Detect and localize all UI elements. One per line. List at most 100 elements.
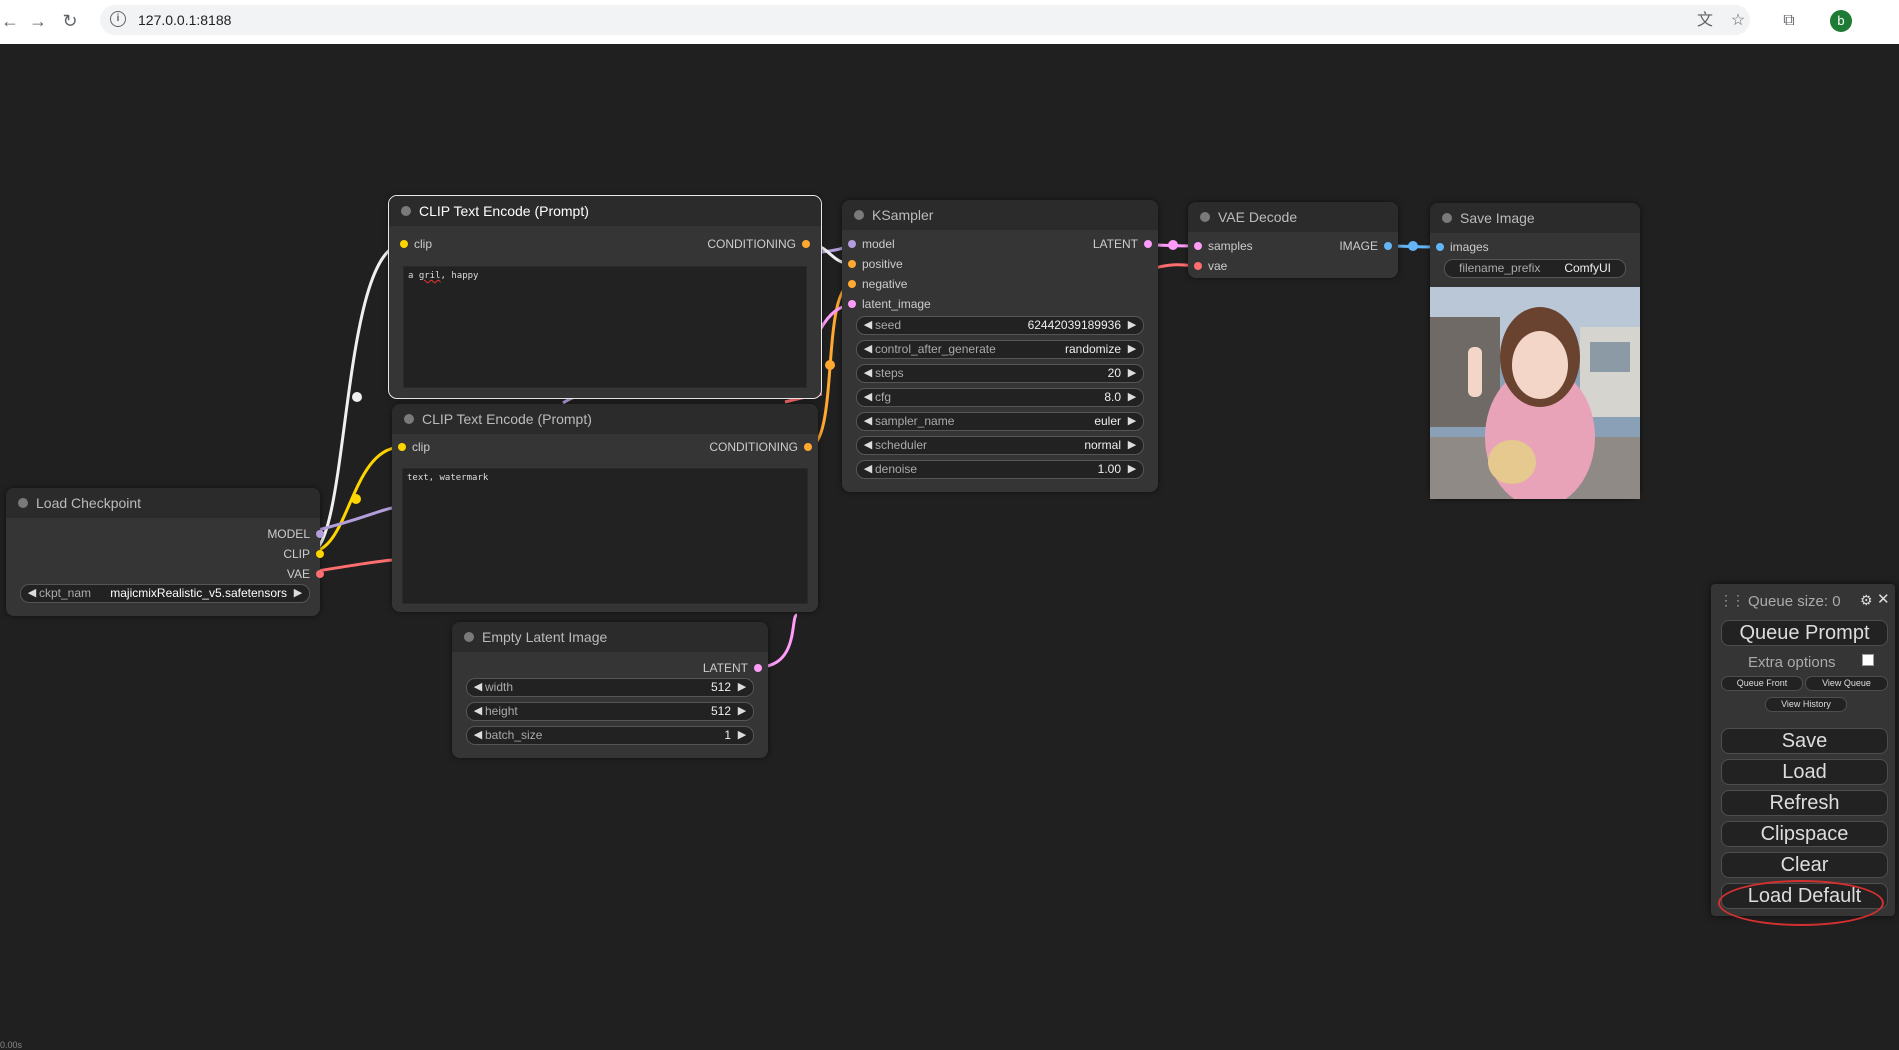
input-model[interactable]: model [848,236,895,252]
arrow-left-icon[interactable]: ◀ [471,679,485,696]
save-button[interactable]: Save [1721,728,1888,754]
pin-icon[interactable] [316,570,324,578]
input-vae[interactable]: vae [1194,258,1227,274]
pin-icon[interactable] [316,550,324,558]
avatar[interactable]: b [1830,10,1852,32]
node-ksampler[interactable]: KSampler model positive negative latent_… [842,200,1158,492]
input-positive[interactable]: positive [848,256,903,272]
node-title[interactable]: CLIP Text Encode (Prompt) [389,196,821,226]
output-model[interactable]: MODEL [267,526,324,542]
pin-icon[interactable] [400,240,408,248]
widget-batch-size[interactable]: ◀ batch_size 1 ▶ [466,726,754,745]
prompt-textarea[interactable]: a gril, happy [403,266,807,388]
arrow-right-icon[interactable]: ▶ [1125,461,1139,478]
arrow-left-icon[interactable]: ◀ [471,727,485,744]
pin-icon[interactable] [848,240,856,248]
input-negative[interactable]: negative [848,276,907,292]
widget-width[interactable]: ◀ width 512 ▶ [466,678,754,697]
arrow-right-icon[interactable]: ▶ [735,679,749,696]
arrow-left-icon[interactable]: ◀ [861,365,875,382]
input-clip[interactable]: clip [398,439,430,455]
arrow-left-icon[interactable]: ◀ [861,341,875,358]
input-images[interactable]: images [1436,239,1489,255]
node-vae-decode[interactable]: VAE Decode samples vae IMAGE [1188,202,1398,278]
output-clip[interactable]: CLIP [283,546,324,562]
info-icon[interactable]: i [110,11,126,27]
output-latent[interactable]: LATENT [703,660,762,676]
arrow-right-icon[interactable]: ▶ [1125,389,1139,406]
node-title[interactable]: VAE Decode [1188,202,1398,232]
arrow-right-icon[interactable]: ▶ [1125,317,1139,334]
load-button[interactable]: Load [1721,759,1888,785]
generated-image-preview[interactable] [1430,287,1640,499]
gear-icon[interactable]: ⚙ [1860,592,1873,609]
pin-icon[interactable] [802,240,810,248]
node-save-image[interactable]: Save Image images filename_prefix ComfyU… [1430,203,1640,499]
widget-seed[interactable]: ◀ seed 62442039189936 ▶ [856,316,1144,335]
pin-icon[interactable] [754,664,762,672]
node-clip-text-encode-negative[interactable]: CLIP Text Encode (Prompt) clip CONDITION… [392,404,818,612]
pin-icon[interactable] [804,443,812,451]
arrow-left-icon[interactable]: ◀ [861,389,875,406]
collapse-dot-icon[interactable] [404,414,414,424]
node-title[interactable]: CLIP Text Encode (Prompt) [392,404,818,434]
forward-icon[interactable]: → [28,11,48,31]
node-title[interactable]: Save Image [1430,203,1640,233]
node-clip-text-encode-positive[interactable]: CLIP Text Encode (Prompt) clip CONDITION… [388,195,822,399]
ckpt-name-combo[interactable]: ◀ ckpt_nam majicmixRealistic_v5.safetens… [20,584,310,603]
widget-scheduler[interactable]: ◀ scheduler normal ▶ [856,436,1144,455]
widget-control-after-generate[interactable]: ◀ control_after_generate randomize ▶ [856,340,1144,359]
collapse-dot-icon[interactable] [1200,212,1210,222]
arrow-right-icon[interactable]: ▶ [735,703,749,720]
translate-icon[interactable]: 文 [1694,10,1716,32]
node-title[interactable]: Load Checkpoint [6,488,320,518]
queue-front-button[interactable]: Queue Front [1721,676,1803,691]
view-history-button[interactable]: View History [1765,697,1847,712]
output-conditioning[interactable]: CONDITIONING [707,236,810,252]
pin-icon[interactable] [398,443,406,451]
view-queue-button[interactable]: View Queue [1805,676,1888,691]
arrow-right-icon[interactable]: ▶ [291,585,305,602]
input-latent-image[interactable]: latent_image [848,296,931,312]
pin-icon[interactable] [316,530,324,538]
input-samples[interactable]: samples [1194,238,1253,254]
arrow-right-icon[interactable]: ▶ [1125,341,1139,358]
arrow-right-icon[interactable]: ▶ [1125,365,1139,382]
input-clip[interactable]: clip [400,236,432,252]
refresh-button[interactable]: Refresh [1721,790,1888,816]
drag-handle-icon[interactable]: ⋮⋮ [1719,592,1745,609]
arrow-right-icon[interactable]: ▶ [1125,437,1139,454]
pin-icon[interactable] [848,280,856,288]
filename-prefix-field[interactable]: filename_prefix ComfyUI [1444,259,1626,278]
arrow-left-icon[interactable]: ◀ [861,437,875,454]
close-icon[interactable]: ✕ [1877,590,1890,608]
output-image[interactable]: IMAGE [1339,238,1392,254]
arrow-right-icon[interactable]: ▶ [1125,413,1139,430]
clear-button[interactable]: Clear [1721,852,1888,878]
queue-prompt-button[interactable]: Queue Prompt [1721,620,1888,646]
widget-steps[interactable]: ◀ steps 20 ▶ [856,364,1144,383]
pin-icon[interactable] [1194,242,1202,250]
arrow-left-icon[interactable]: ◀ [861,413,875,430]
collapse-dot-icon[interactable] [854,210,864,220]
collapse-dot-icon[interactable] [1442,213,1452,223]
node-empty-latent-image[interactable]: Empty Latent Image LATENT ◀ width 512 ▶ ◀ he… [452,622,768,758]
arrow-left-icon[interactable]: ◀ [861,317,875,334]
node-title[interactable]: KSampler [842,200,1158,230]
star-icon[interactable]: ☆ [1727,10,1749,32]
output-latent[interactable]: LATENT [1093,236,1152,252]
prompt-textarea[interactable]: text, watermark [402,468,808,604]
arrow-left-icon[interactable]: ◀ [861,461,875,478]
widget-cfg[interactable]: ◀ cfg 8.0 ▶ [856,388,1144,407]
pin-icon[interactable] [1384,242,1392,250]
arrow-left-icon[interactable]: ◀ [25,585,39,602]
pin-icon[interactable] [1144,240,1152,248]
back-icon[interactable]: ← [0,11,20,31]
pin-icon[interactable] [848,300,856,308]
pin-icon[interactable] [1194,262,1202,270]
collapse-dot-icon[interactable] [464,632,474,642]
address-bar[interactable]: i 127.0.0.1:8188 [100,5,1750,35]
reload-icon[interactable]: ↻ [60,11,80,31]
output-vae[interactable]: VAE [287,566,324,582]
clipspace-button[interactable]: Clipspace [1721,821,1888,847]
